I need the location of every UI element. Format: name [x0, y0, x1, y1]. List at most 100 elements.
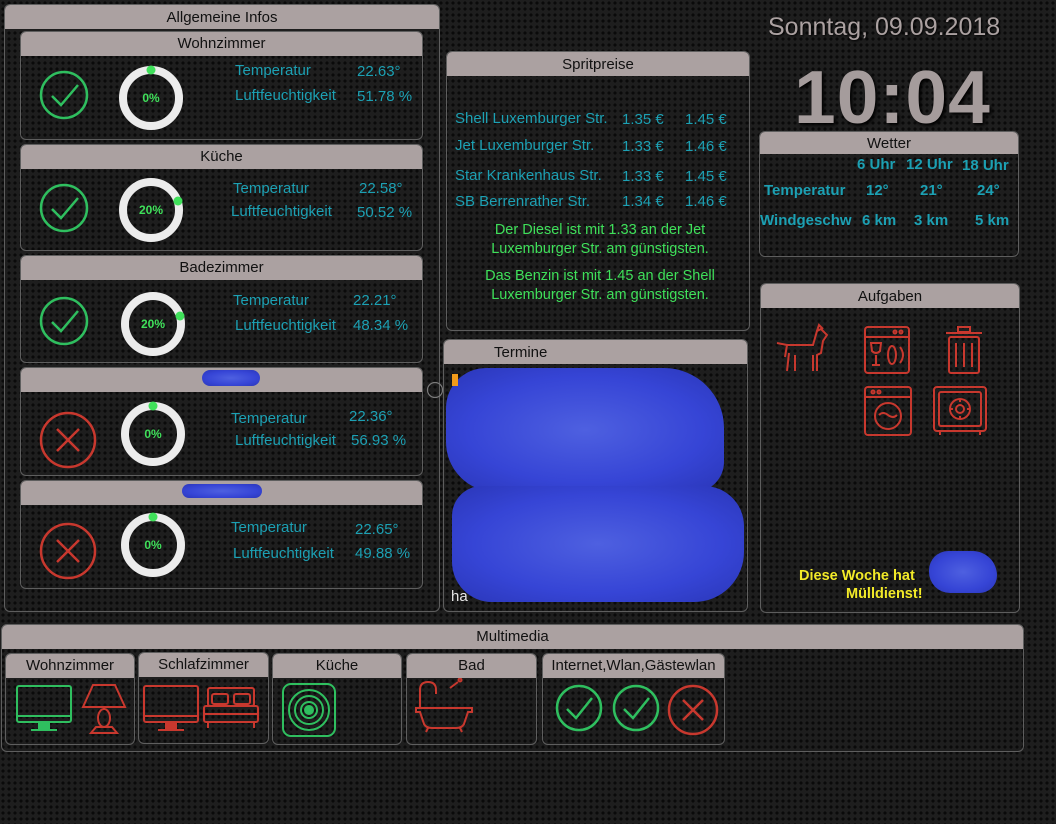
station-diesel: 1.35 €	[622, 111, 664, 128]
redaction-scribble	[446, 368, 724, 492]
x-circle-icon	[39, 411, 97, 469]
bathtub-icon[interactable]	[414, 678, 474, 734]
check-circle-icon	[39, 183, 89, 233]
gauge-value: 0%	[144, 427, 162, 441]
window-gauge: 20%	[121, 292, 185, 356]
bed-icon[interactable]	[202, 686, 260, 732]
station-benzin: 1.45 €	[685, 168, 727, 185]
station-benzin: 1.46 €	[685, 193, 727, 210]
washing-machine-icon[interactable]	[863, 385, 913, 437]
forecast-temp: 24°	[977, 182, 1000, 199]
humidity-value: 56.93 %	[351, 432, 407, 449]
humidity-value: 49.88 %	[355, 545, 411, 562]
temp-value: 22.36°	[349, 408, 393, 425]
station-name: SB Berrenrather Str.	[455, 193, 591, 210]
mm-group-title: Bad	[407, 654, 536, 678]
check-circle-icon	[39, 70, 89, 120]
station-diesel: 1.34 €	[622, 193, 664, 210]
window-gauge: 0%	[121, 512, 185, 577]
x-circle-icon[interactable]	[667, 684, 719, 736]
station-diesel: 1.33 €	[622, 138, 664, 155]
humidity-label: Luftfeuchtigkeit	[233, 545, 334, 562]
gauge-value: 20%	[141, 317, 165, 331]
forecast-hour: 6 Uhr	[857, 156, 896, 173]
window-gauge: 0%	[119, 65, 183, 130]
window-gauge: 20%	[119, 178, 183, 242]
temp-label: Temperatur	[233, 292, 309, 309]
forecast-hour: 12 Uhr	[906, 156, 953, 173]
panel-handle[interactable]	[426, 381, 444, 399]
termine-orange-mark	[452, 374, 458, 386]
temp-value: 22.58°	[359, 180, 403, 197]
redaction-scribble	[452, 486, 744, 602]
humidity-label: Luftfeuchtigkeit	[235, 432, 336, 449]
mm-group-title: Schlafzimmer	[139, 653, 268, 677]
room-title: Küche	[21, 145, 422, 169]
dog-icon[interactable]	[773, 323, 831, 375]
check-circle-icon[interactable]	[612, 684, 660, 732]
forecast-temp: 21°	[920, 182, 943, 199]
forecast-wind-label: Windgeschw	[760, 212, 852, 229]
multimedia-title: Multimedia	[2, 625, 1023, 649]
redaction-scribble	[202, 370, 260, 386]
mm-group-title: Küche	[273, 654, 401, 678]
station-name: Star Krankenhaus Str.	[455, 167, 602, 184]
chore-note-line2: Mülldienst!	[846, 586, 923, 602]
humidity-value: 51.78 %	[357, 88, 413, 105]
forecast-wind: 5 km	[975, 212, 1010, 229]
check-circle-icon[interactable]	[555, 684, 603, 732]
station-benzin: 1.46 €	[685, 138, 727, 155]
diesel-cheapest-note: Der Diesel ist mit 1.33 an der Jet Luxem…	[491, 222, 709, 257]
check-circle-icon	[39, 296, 89, 346]
termine-title-text: Termine	[494, 344, 548, 361]
temp-label: Temperatur	[235, 62, 311, 79]
temp-value: 22.21°	[353, 292, 397, 309]
temp-value: 22.63°	[357, 63, 401, 80]
redaction-scribble	[929, 551, 997, 593]
termine-title: Termine	[444, 340, 747, 364]
monitor-icon[interactable]	[15, 684, 73, 734]
temp-label: Temperatur	[231, 519, 307, 536]
x-circle-icon	[39, 522, 97, 580]
gauge-value: 0%	[144, 538, 162, 552]
gauge-value: 0%	[142, 91, 160, 105]
mm-group-title: Internet,Wlan,Gästewlan	[543, 654, 724, 678]
redaction-scribble	[182, 484, 262, 498]
humidity-value: 50.52 %	[357, 204, 413, 221]
station-name: Jet Luxemburger Str.	[455, 137, 595, 154]
date-display: Sonntag, 09.09.2018	[768, 13, 1001, 41]
temp-label: Temperatur	[233, 180, 309, 197]
chore-note-line1: Diese Woche hat	[799, 568, 915, 584]
mm-group-title: Wohnzimmer	[6, 654, 134, 678]
room-title: Badezimmer	[21, 256, 422, 280]
aufgaben-title: Aufgaben	[761, 284, 1019, 308]
forecast-temp: 12°	[866, 182, 889, 199]
trash-can-icon[interactable]	[944, 325, 984, 375]
station-diesel: 1.33 €	[622, 168, 664, 185]
humidity-label: Luftfeuchtigkeit	[231, 203, 332, 220]
clock-display: 10:04	[794, 55, 991, 139]
station-benzin: 1.45 €	[685, 111, 727, 128]
forecast-hour: 18 Uhr	[962, 157, 1009, 174]
forecast-wind: 3 km	[914, 212, 949, 229]
humidity-label: Luftfeuchtigkeit	[235, 87, 336, 104]
humidity-label: Luftfeuchtigkeit	[235, 317, 336, 334]
wetter-title: Wetter	[760, 132, 1018, 154]
station-name: Shell Luxemburger Str.	[455, 110, 608, 127]
lamp-icon[interactable]	[79, 681, 129, 735]
safe-icon[interactable]	[932, 385, 988, 437]
forecast-wind: 6 km	[862, 212, 897, 229]
temp-value: 22.65°	[355, 521, 399, 538]
humidity-value: 48.34 %	[353, 317, 409, 334]
allgemeine-infos-title: Allgemeine Infos	[5, 5, 439, 29]
benzin-cheapest-note: Das Benzin ist mit 1.45 an der Shell Lux…	[485, 268, 715, 303]
spritpreise-title: Spritpreise	[447, 52, 749, 76]
window-gauge: 0%	[121, 401, 185, 466]
forecast-temp-label: Temperatur	[764, 182, 846, 199]
speaker-icon[interactable]	[281, 682, 337, 738]
temp-label: Temperatur	[231, 410, 307, 427]
room-title: Wohnzimmer	[21, 32, 422, 56]
monitor-icon[interactable]	[142, 684, 200, 734]
dishwasher-icon[interactable]	[863, 325, 911, 375]
gauge-value: 20%	[139, 203, 163, 217]
